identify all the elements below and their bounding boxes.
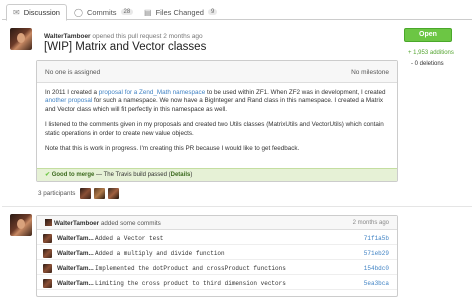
assign-bar: No one is assigned No milestone	[37, 61, 397, 83]
commit-sha[interactable]: 571eb29	[364, 250, 389, 257]
commit-row[interactable]: WalterTam... Implemented the dotProduct …	[37, 262, 397, 275]
tab-commits[interactable]: ◯ Commits 28	[68, 4, 139, 20]
deletions-text: - 0 deletions	[411, 61, 444, 67]
pr-description-box: No one is assigned No milestone In 2011 …	[36, 60, 398, 182]
body-text-segment: for such a namespace. We now have a BigI…	[45, 97, 384, 113]
commit-message[interactable]: Added a Vector test	[95, 235, 163, 242]
commit-author[interactable]: WalterTam...	[57, 235, 94, 242]
commits-author[interactable]: WalterTamboer	[54, 220, 99, 227]
merge-status: Good to merge	[51, 172, 95, 178]
divider	[2, 206, 472, 207]
merge-separator: —	[94, 172, 104, 178]
commit-avatar	[43, 249, 52, 258]
participant-avatar[interactable]	[80, 188, 91, 199]
pr-author[interactable]: WalterTamboer	[44, 33, 91, 40]
pr-body: In 2011 I created a proposal for a Zend_…	[45, 89, 389, 160]
commit-message[interactable]: Implemented the dotProduct and crossProd…	[95, 265, 286, 272]
speech-bubble-icon: ✉	[13, 8, 20, 17]
tab-commits-label: Commits	[86, 7, 117, 17]
body-text-segment: In 2011 I created a	[45, 89, 99, 96]
body-text-segment: to be used within ZF1. When ZF2 was in d…	[205, 89, 386, 96]
commit-message[interactable]: Added a multiply and divide function	[95, 250, 225, 257]
commit-sha[interactable]: 5ea3bca	[364, 280, 389, 287]
commit-row[interactable]: WalterTam... Limiting the cross product …	[37, 277, 397, 290]
commit-author[interactable]: WalterTam...	[57, 280, 94, 287]
tab-discussion-label: Discussion	[23, 8, 60, 17]
merge-close-paren: )	[190, 172, 193, 178]
check-icon: ✔	[45, 172, 51, 178]
commit-message[interactable]: Limiting the cross product to third dime…	[95, 280, 286, 287]
another-proposal-link[interactable]: another proposal	[45, 97, 92, 104]
additions-stat: + 1,953 additions	[408, 50, 454, 56]
body-paragraph-3: Note that this is work in progress. I'm …	[45, 145, 300, 153]
participants-count: 3 participants	[38, 190, 76, 197]
commit-avatar	[43, 264, 52, 273]
participant-avatar[interactable]	[108, 188, 119, 199]
body-paragraph-1: In 2011 I created a proposal for a Zend_…	[45, 89, 389, 114]
commit-sha[interactable]: 71f1a5b	[364, 235, 389, 242]
tab-files-label: Files Changed	[155, 7, 204, 17]
commits-action: added some commits	[99, 220, 161, 227]
body-paragraph-2: I listened to the comments given in my p…	[45, 121, 384, 137]
pr-meta-text: opened this pull request 2 months ago	[90, 33, 203, 40]
build-details-link[interactable]: Details	[171, 172, 191, 178]
build-status-text: The Travis build passed (	[103, 172, 171, 178]
commits-list: WalterTamboer added some commits 2 month…	[36, 215, 398, 297]
page-title: [WIP] Matrix and Vector classes	[44, 41, 207, 53]
commits-header: WalterTamboer added some commits 2 month…	[37, 216, 397, 230]
commit-sha[interactable]: 154bdc0	[364, 265, 389, 272]
assignee-text[interactable]: No one is assigned	[45, 69, 100, 76]
commit-icon: ◯	[74, 7, 83, 17]
additions-text: + 1,953 additions	[408, 50, 454, 56]
participant-avatar[interactable]	[94, 188, 105, 199]
tab-discussion[interactable]: ✉ Discussion	[6, 4, 67, 21]
pr-tabs: ✉ Discussion ◯ Commits 28 ▤ Files Change…	[2, 2, 472, 21]
proposal-link[interactable]: proposal for a Zend_Math namespace	[99, 89, 205, 96]
milestone-text[interactable]: No milestone	[351, 69, 389, 76]
pr-meta: WalterTamboer opened this pull request 2…	[44, 33, 203, 40]
tab-files-count: 9	[207, 9, 218, 15]
commit-row[interactable]: WalterTam... Added a multiply and divide…	[37, 247, 397, 260]
pr-state-badge: Open	[404, 28, 452, 42]
deletions-stat: - 0 deletions	[411, 61, 444, 67]
merge-status-bar: ✔ Good to merge — The Travis build passe…	[37, 168, 397, 181]
commit-avatar	[43, 279, 52, 288]
commit-author[interactable]: WalterTam...	[57, 265, 94, 272]
commit-avatar	[43, 234, 52, 243]
commits-time: 2 months ago	[352, 220, 389, 226]
tab-files-changed[interactable]: ▤ Files Changed 9	[138, 4, 223, 20]
commit-author-avatar[interactable]	[10, 214, 32, 236]
commit-author[interactable]: WalterTam...	[57, 250, 94, 257]
file-icon: ▤	[144, 7, 152, 17]
commit-head-icon	[45, 219, 52, 226]
commit-row[interactable]: WalterTam... Added a Vector test 71f1a5b	[37, 232, 397, 245]
commits-header-text: WalterTamboer added some commits	[45, 219, 161, 227]
tab-commits-count: 28	[120, 9, 134, 15]
author-avatar[interactable]	[10, 28, 32, 50]
